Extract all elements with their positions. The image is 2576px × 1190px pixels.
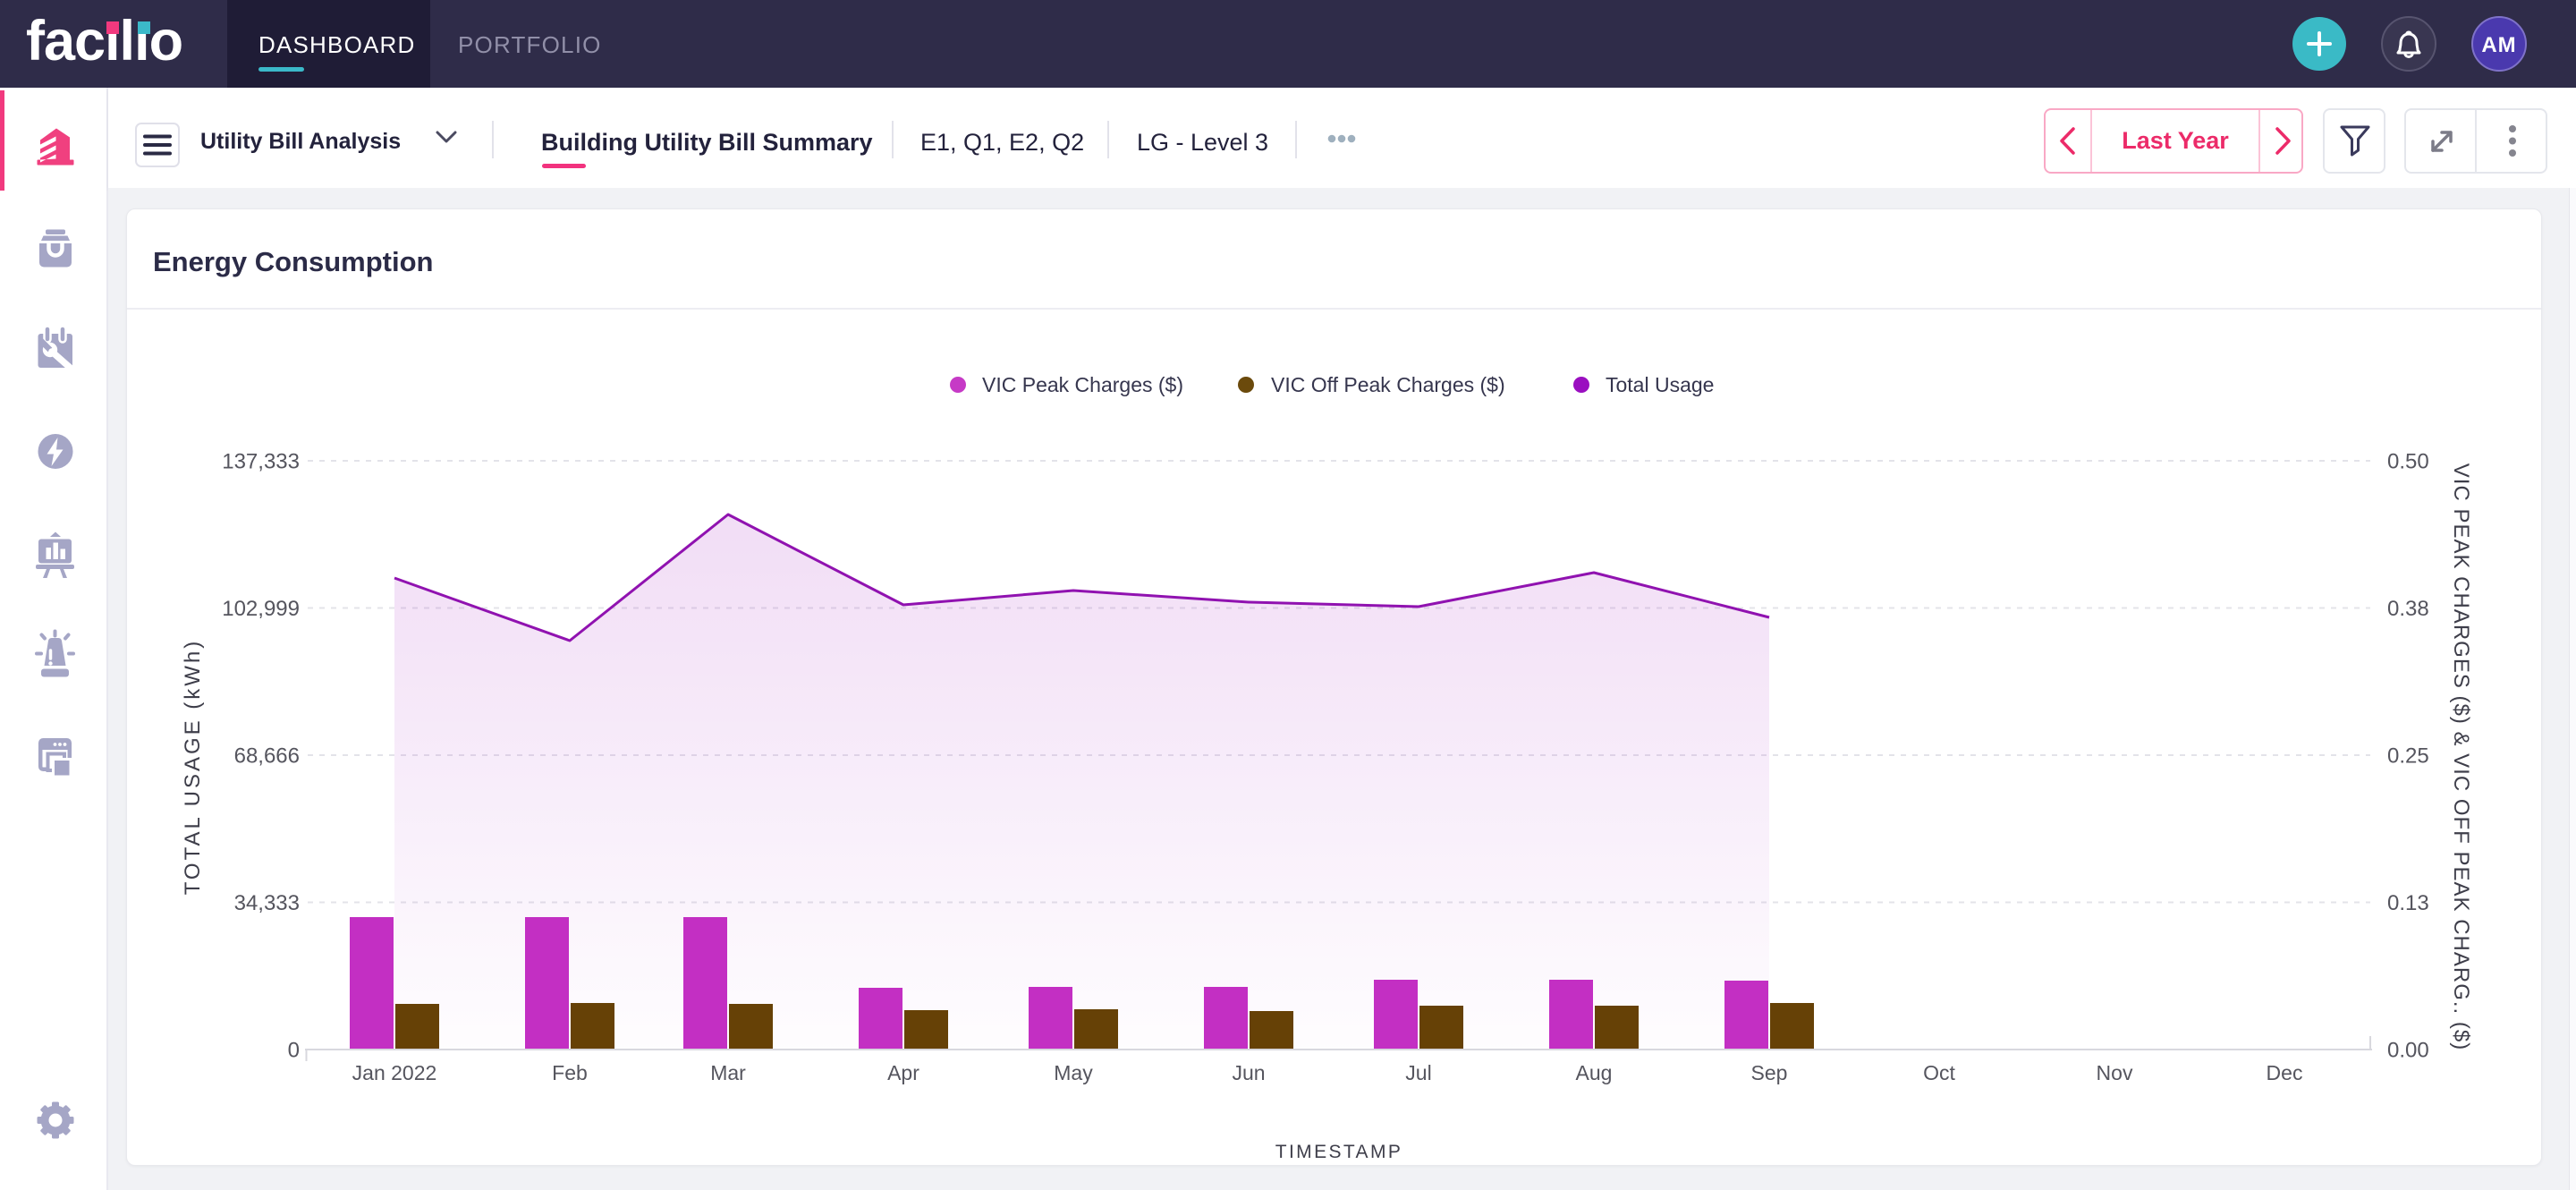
svg-text:Apr: Apr <box>887 1061 919 1084</box>
svg-text:VIC Peak Charges ($): VIC Peak Charges ($) <box>982 373 1183 396</box>
svg-text:Total Usage: Total Usage <box>1606 373 1714 396</box>
svg-text:102,999: 102,999 <box>222 597 300 621</box>
svg-text:Jun: Jun <box>1232 1061 1265 1084</box>
svg-text:TIMESTAMP: TIMESTAMP <box>1275 1142 1403 1162</box>
svg-text:0.00: 0.00 <box>2387 1039 2429 1063</box>
svg-text:VIC PEAK CHARGES ($) & VIC OFF: VIC PEAK CHARGES ($) & VIC OFF PEAK CHAR… <box>2449 463 2473 1050</box>
svg-text:0.50: 0.50 <box>2387 450 2429 474</box>
svg-text:May: May <box>1054 1061 1093 1084</box>
svg-text:Oct: Oct <box>1923 1061 1955 1084</box>
svg-text:137,333: 137,333 <box>222 450 300 474</box>
svg-text:0.25: 0.25 <box>2387 744 2429 769</box>
svg-text:0.13: 0.13 <box>2387 891 2429 915</box>
svg-text:Mar: Mar <box>710 1061 746 1084</box>
svg-text:Sep: Sep <box>1751 1061 1788 1084</box>
svg-text:0.38: 0.38 <box>2387 597 2429 621</box>
svg-text:68,666: 68,666 <box>234 744 300 769</box>
svg-text:TOTAL USAGE (kWh): TOTAL USAGE (kWh) <box>181 639 205 896</box>
svg-text:Nov: Nov <box>2097 1061 2133 1084</box>
svg-text:AM: AM <box>2481 33 2516 57</box>
svg-text:Dec: Dec <box>2267 1061 2303 1084</box>
svg-text:Jan 2022: Jan 2022 <box>352 1061 437 1084</box>
svg-text:0: 0 <box>288 1039 300 1063</box>
svg-text:Feb: Feb <box>552 1061 588 1084</box>
svg-text:VIC Off Peak Charges ($): VIC Off Peak Charges ($) <box>1271 373 1505 396</box>
svg-text:34,333: 34,333 <box>234 891 300 915</box>
svg-text:Jul: Jul <box>1405 1061 1431 1084</box>
svg-text:Aug: Aug <box>1576 1061 1613 1084</box>
